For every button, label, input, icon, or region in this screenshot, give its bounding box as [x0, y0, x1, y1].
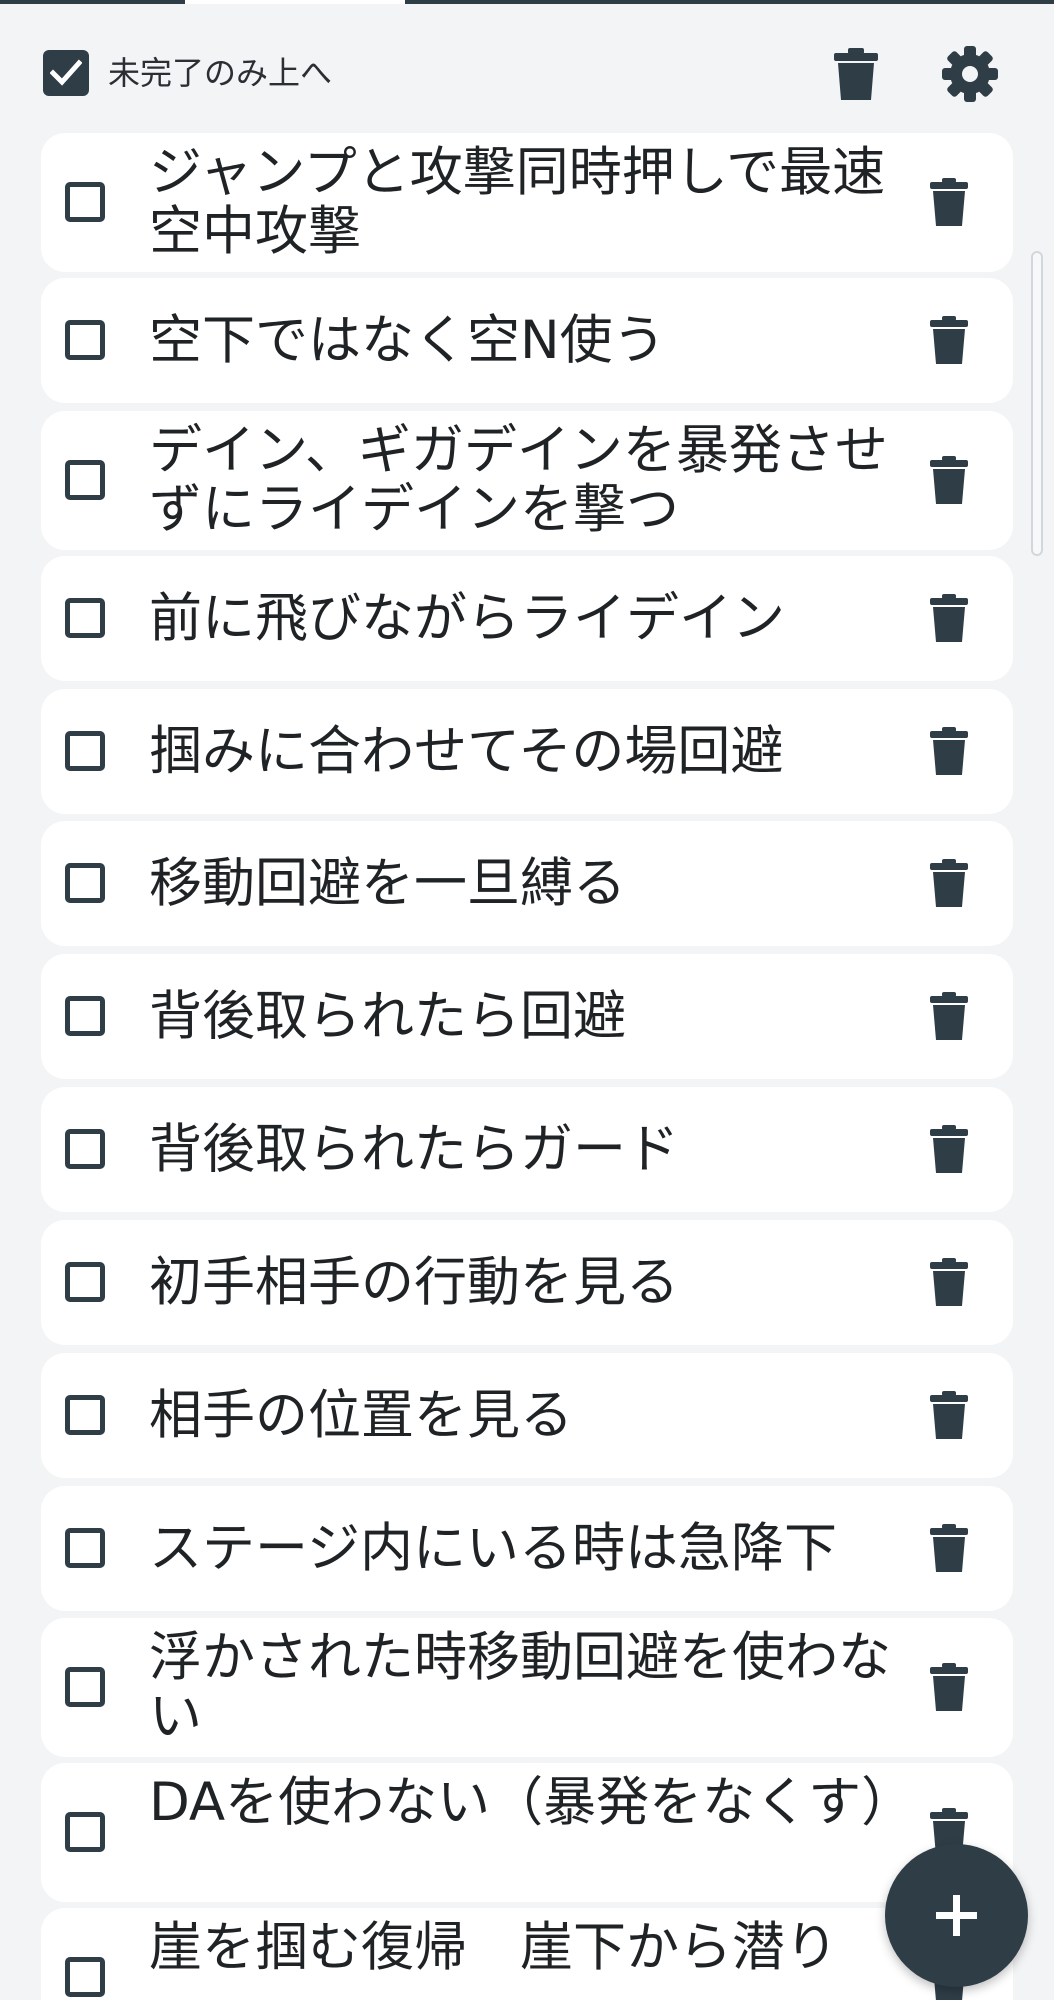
incomplete-first-label: 未完了のみ上へ [108, 54, 333, 92]
add-task-button[interactable] [885, 1844, 1028, 1987]
task-text: 掴みに合わせてその場回避 [149, 721, 784, 782]
task-item[interactable]: 空下ではなく空N使う [41, 278, 1013, 403]
todo-screen: 未完了のみ上へ ジャンプと攻撃同時押しで最速空中攻撃 空下ではなく空N使う デイ… [0, 0, 1054, 2000]
task-item[interactable]: 崖を掴む復帰 崖下から潜り [41, 1908, 1013, 2000]
task-item[interactable]: 背後取られたら回避 [41, 954, 1013, 1079]
incomplete-first-checkbox[interactable] [43, 50, 89, 96]
task-text: ステージ内にいる時は急降下 [149, 1518, 837, 1579]
trash-icon[interactable] [930, 456, 968, 504]
task-checkbox[interactable] [65, 320, 105, 360]
task-checkbox[interactable] [65, 1528, 105, 1568]
task-checkbox[interactable] [65, 1129, 105, 1169]
active-tab-indicator[interactable] [185, 0, 405, 4]
task-text: 相手の位置を見る [149, 1385, 573, 1446]
trash-icon[interactable] [930, 859, 968, 907]
task-text: DAを使わない（暴発をなくす） [149, 1772, 915, 1833]
delete-all-trash-icon[interactable] [834, 48, 878, 100]
task-text: デイン、ギガデインを暴発させずにライデインを撃つ [149, 420, 888, 540]
trash-icon[interactable] [930, 1663, 968, 1711]
task-text: 前に飛びながらライデイン [149, 588, 785, 649]
trash-icon[interactable] [930, 316, 968, 364]
task-item[interactable]: 背後取られたらガード [41, 1087, 1013, 1212]
task-checkbox[interactable] [65, 598, 105, 638]
gear-icon[interactable] [942, 46, 998, 102]
task-item[interactable]: デイン、ギガデインを暴発させずにライデインを撃つ [41, 411, 1013, 550]
task-checkbox[interactable] [65, 1812, 105, 1852]
task-item[interactable]: 移動回避を一旦縛る [41, 821, 1013, 946]
top-tab-bar [0, 0, 1054, 4]
task-checkbox[interactable] [65, 1262, 105, 1302]
task-item[interactable]: 浮かされた時移動回避を使わない [41, 1618, 1013, 1757]
trash-icon[interactable] [930, 992, 968, 1040]
task-item[interactable]: 初手相手の行動を見る [41, 1220, 1013, 1345]
task-checkbox[interactable] [65, 863, 105, 903]
task-item[interactable]: DAを使わない（暴発をなくす） [41, 1763, 1013, 1902]
plus-icon [936, 1895, 977, 1936]
task-text: 移動回避を一旦縛る [149, 853, 626, 914]
task-checkbox[interactable] [65, 1957, 105, 1997]
task-item[interactable]: 相手の位置を見る [41, 1353, 1013, 1478]
task-item[interactable]: 前に飛びながらライデイン [41, 556, 1013, 681]
task-text: 背後取られたらガード [149, 1119, 679, 1180]
task-text: 崖を掴む復帰 崖下から潜り [149, 1917, 838, 1978]
checkmark-icon [50, 59, 82, 86]
task-item[interactable]: ステージ内にいる時は急降下 [41, 1486, 1013, 1611]
task-checkbox[interactable] [65, 1667, 105, 1707]
task-checkbox[interactable] [65, 460, 105, 500]
task-checkbox[interactable] [65, 1395, 105, 1435]
trash-icon[interactable] [930, 1258, 968, 1306]
task-item[interactable]: ジャンプと攻撃同時押しで最速空中攻撃 [41, 133, 1013, 272]
trash-icon[interactable] [930, 1391, 968, 1439]
trash-icon[interactable] [930, 178, 968, 226]
task-checkbox[interactable] [65, 996, 105, 1036]
task-text: 初手相手の行動を見る [149, 1252, 679, 1313]
task-text: ジャンプと攻撃同時押しで最速空中攻撃 [149, 142, 886, 262]
trash-icon[interactable] [930, 1524, 968, 1572]
task-checkbox[interactable] [65, 731, 105, 771]
task-item[interactable]: 掴みに合わせてその場回避 [41, 689, 1013, 814]
trash-icon[interactable] [930, 594, 968, 642]
trash-icon[interactable] [930, 1125, 968, 1173]
scrollbar-thumb[interactable] [1031, 251, 1043, 556]
task-text: 空下ではなく空N使う [149, 310, 666, 371]
task-text: 背後取られたら回避 [149, 986, 626, 1047]
task-text: 浮かされた時移動回避を使わない [149, 1627, 891, 1747]
task-checkbox[interactable] [65, 182, 105, 222]
list-toolbar: 未完了のみ上へ [0, 30, 1054, 118]
trash-icon[interactable] [930, 727, 968, 775]
